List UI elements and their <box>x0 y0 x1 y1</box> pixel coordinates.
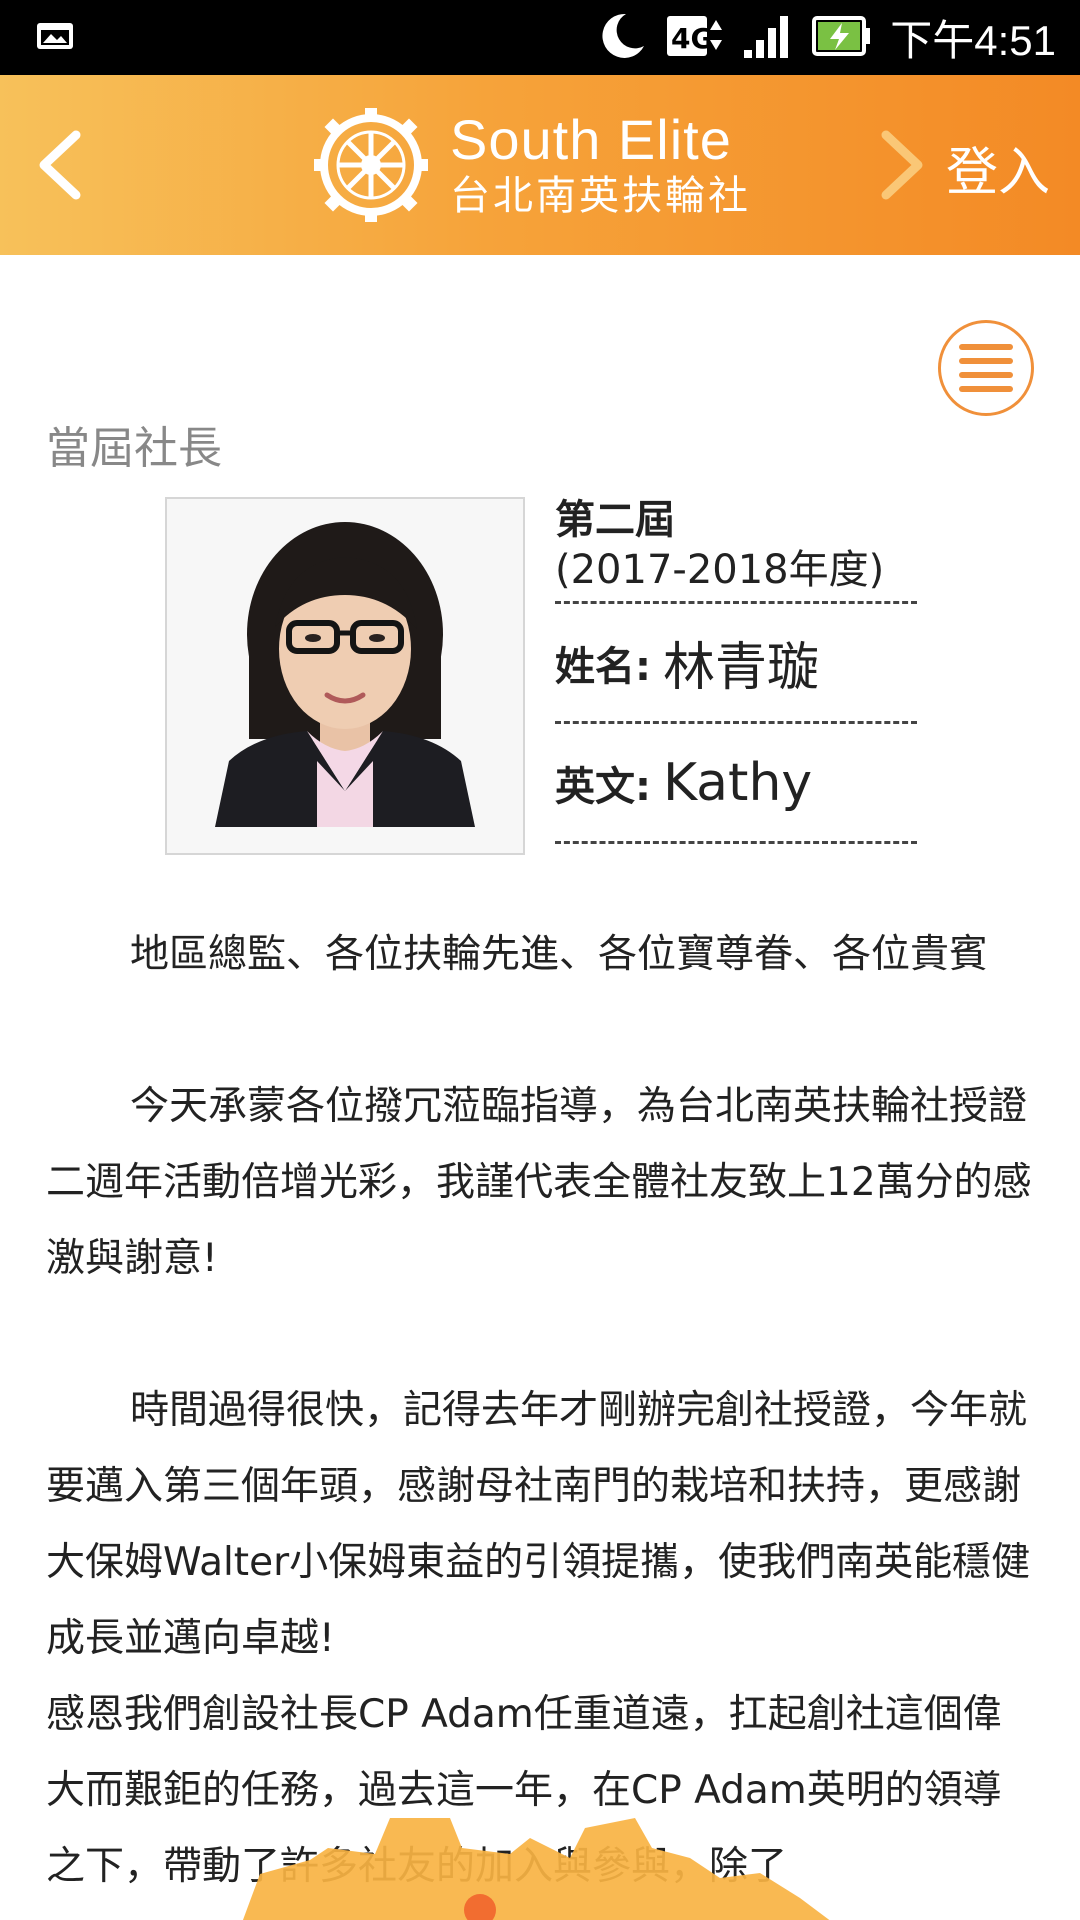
hamburger-icon-line <box>959 372 1013 378</box>
english-name-value: Kathy <box>663 752 813 813</box>
hamburger-icon-line <box>959 358 1013 364</box>
back-button[interactable] <box>32 127 92 203</box>
chevron-right-icon <box>881 130 923 200</box>
name-label: 姓名: <box>555 643 651 690</box>
logo-subtitle: 台北南英扶輪社 <box>450 173 751 219</box>
login-button[interactable]: 登入 <box>946 130 1050 205</box>
menu-button[interactable] <box>938 320 1034 416</box>
english-name-row: 英文: Kathy <box>555 724 917 844</box>
logo-title: South Elite <box>450 108 732 171</box>
name-value: 林青璇 <box>663 638 820 698</box>
status-time: 下午4:51 <box>890 17 1056 64</box>
name-row: 姓名: 林青璇 <box>555 604 917 724</box>
president-speech: 地區總監、各位扶輪先進、各位寶尊眷、各位貴賓 今天承蒙各位撥冗蒞臨指導，為台北南… <box>46 917 1036 1905</box>
section-title: 當屆社長 <box>46 423 222 474</box>
chevron-left-icon <box>39 130 81 200</box>
term-label: 第二屆 <box>555 497 675 543</box>
floating-gear-decoration <box>240 1818 840 1920</box>
english-name-label: 英文: <box>555 763 651 810</box>
network-4g-icon: 4G <box>666 12 724 64</box>
app-header: South Elite 台北南英扶輪社 登入 <box>0 75 1080 255</box>
president-info: 第二屆 (2017-2018年度) 姓名: 林青璇 英文: Kathy <box>555 495 917 844</box>
forward-button[interactable] <box>870 127 930 203</box>
hamburger-icon-line <box>959 386 1013 392</box>
term-years: (2017-2018年度) <box>555 545 917 604</box>
moon-icon <box>596 10 648 66</box>
president-photo <box>165 497 525 855</box>
club-logo: South Elite 台北南英扶輪社 <box>312 103 751 227</box>
speech-paragraph: 地區總監、各位扶輪先進、各位寶尊眷、各位貴賓 <box>130 932 989 977</box>
gallery-notification-icon <box>36 20 74 52</box>
signal-strength-icon <box>742 12 794 64</box>
status-bar: 4G 下午4:51 <box>0 0 1080 75</box>
hamburger-icon-line <box>959 344 1013 350</box>
speech-paragraph: 時間過得很快，記得去年才剛辦完創社授證，今年就要邁入第三個年頭，感謝母社南門的栽… <box>46 1388 1031 1661</box>
rotary-wheel-icon <box>314 108 428 222</box>
svg-text:4G: 4G <box>671 22 713 55</box>
battery-charging-icon <box>812 14 872 62</box>
speech-paragraph: 今天承蒙各位撥冗蒞臨指導，為台北南英扶輪社授證二週年活動倍增光彩，我謹代表全體社… <box>46 1084 1032 1281</box>
